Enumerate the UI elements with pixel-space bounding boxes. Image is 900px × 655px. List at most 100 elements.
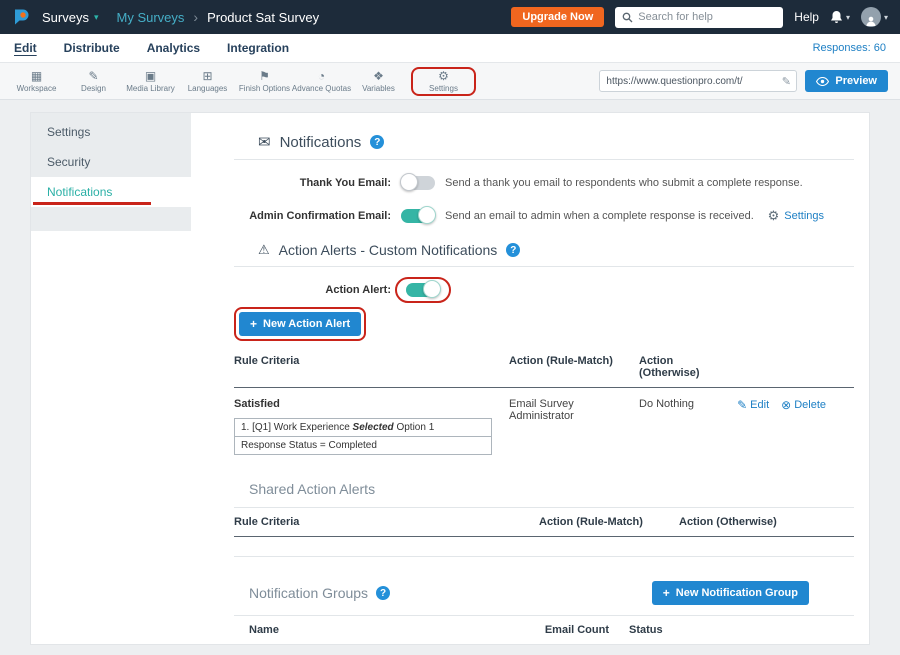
new-notification-group-label: New Notification Group	[676, 587, 798, 599]
notifications-section-header: ✉ Notifications ?	[258, 133, 854, 151]
row-actions: ✎ Edit ⊗ Delete	[734, 396, 854, 455]
toggle-knob	[423, 280, 441, 298]
edit-toolbar: ▦ Workspace ✎ Design ▣ Media Library ⊞ L…	[0, 63, 900, 100]
sidebar-item-settings[interactable]: Settings	[31, 117, 191, 147]
sidebar-block: Settings Security Notifications	[31, 113, 191, 231]
tab-integration[interactable]: Integration	[227, 41, 289, 55]
divider	[234, 266, 854, 267]
new-notification-group-button[interactable]: + New Notification Group	[652, 581, 809, 605]
toolbar-item-advance-quotas[interactable]: ◔ Advance Quotas	[293, 70, 350, 93]
upgrade-now-button[interactable]: Upgrade Now	[511, 7, 604, 27]
action-alert-toggle-row: Action Alert:	[234, 277, 854, 303]
criteria-condition-1: 1. [Q1] Work Experience Selected Option …	[234, 418, 492, 437]
thank-you-email-toggle[interactable]	[401, 176, 435, 190]
breadcrumb-separator-icon: ›	[193, 9, 198, 25]
advance-quotas-icon: ◔	[318, 70, 325, 83]
settings-sidebar: Settings Security Notifications	[31, 113, 191, 644]
plus-icon: +	[663, 586, 670, 600]
surveys-menu-label: Surveys	[42, 10, 89, 25]
shared-action-alerts-title: Shared Action Alerts	[249, 481, 854, 497]
chevron-down-icon: ▾	[846, 13, 850, 22]
notification-groups-table: Name Email Count Status SankTest (Sanket…	[234, 615, 854, 644]
admin-confirmation-description: Send an email to admin when a complete r…	[445, 210, 754, 222]
new-action-alert-label: New Action Alert	[263, 318, 350, 330]
action-alert-toggle[interactable]	[406, 283, 440, 297]
content-area: Settings Security Notifications ✉ Notifi…	[0, 100, 900, 655]
preview-button[interactable]: Preview	[805, 70, 888, 92]
admin-confirmation-toggle[interactable]	[401, 209, 435, 223]
logo-icon	[12, 7, 32, 27]
toolbar-item-workspace[interactable]: ▦ Workspace	[8, 70, 65, 93]
pencil-icon: ✎	[737, 398, 747, 412]
new-action-alert-button[interactable]: + New Action Alert	[239, 312, 361, 336]
col-header-action-rule-match: Action (Rule-Match)	[509, 355, 639, 379]
col-header-status: Status	[609, 624, 739, 636]
account-menu[interactable]: ▾	[861, 7, 888, 27]
variables-icon: ❖	[373, 70, 384, 83]
notification-groups-title: Notification Groups	[249, 585, 368, 601]
edit-label: Edit	[750, 399, 769, 411]
annotation-new-action-alert-highlight: + New Action Alert	[234, 307, 366, 341]
person-icon	[865, 15, 877, 27]
toolbar-item-media-library[interactable]: ▣ Media Library	[122, 70, 179, 93]
media-library-icon: ▣	[145, 70, 156, 83]
otherwise-cell: Do Nothing	[639, 396, 734, 455]
tab-distribute[interactable]: Distribute	[64, 41, 120, 55]
sidebar-item-security[interactable]: Security	[31, 147, 191, 177]
toolbar-item-design[interactable]: ✎ Design	[65, 70, 122, 93]
action-alerts-title: Action Alerts - Custom Notifications	[279, 242, 498, 258]
main-nav: Edit Distribute Analytics Integration Re…	[0, 34, 900, 63]
survey-url-input[interactable]	[600, 76, 776, 87]
col-header-rule-criteria: Rule Criteria	[234, 355, 509, 379]
help-question-icon[interactable]: ?	[370, 135, 384, 149]
notifications-bell-menu[interactable]: ▾	[830, 10, 850, 24]
search-input[interactable]	[638, 11, 776, 23]
breadcrumb-my-surveys[interactable]: My Surveys	[117, 10, 185, 25]
table-row: Satisfied 1. [Q1] Work Experience Select…	[234, 388, 854, 467]
warning-icon: ⚠	[258, 242, 270, 258]
empty-table-row	[234, 537, 854, 557]
search-icon	[622, 12, 633, 23]
rule-match-cell: Email Survey Administrator	[509, 396, 639, 455]
criteria-condition-2: Response Status = Completed	[234, 436, 492, 455]
divider	[234, 159, 854, 160]
annotation-notifications-underline	[33, 202, 151, 205]
help-question-icon[interactable]: ?	[376, 586, 390, 600]
toolbar-item-finish-options[interactable]: ⚑ Finish Options	[236, 70, 293, 93]
annotation-action-alert-highlight	[395, 277, 451, 303]
edit-url-icon[interactable]: ✎	[776, 75, 796, 88]
help-question-icon[interactable]: ?	[506, 243, 520, 257]
surveys-menu[interactable]: Surveys ▾	[42, 10, 99, 25]
delete-alert-link[interactable]: ⊗ Delete	[781, 398, 826, 412]
table-header-row: Rule Criteria Action (Rule-Match) Action…	[234, 347, 854, 388]
plus-icon: +	[250, 317, 257, 331]
action-alerts-table: Rule Criteria Action (Rule-Match) Action…	[234, 347, 854, 467]
toolbar-item-settings[interactable]: ⚙ Settings	[415, 70, 472, 93]
tab-edit[interactable]: Edit	[14, 41, 37, 55]
col-header-email-count: Email Count	[534, 624, 609, 636]
sidebar-item-notifications[interactable]: Notifications	[31, 177, 191, 207]
col-header-action-otherwise: Action (Otherwise)	[639, 355, 734, 379]
toolbar-item-label: Design	[81, 84, 106, 93]
help-search-box[interactable]	[615, 7, 783, 28]
avatar	[861, 7, 881, 27]
toolbar-item-label: Advance Quotas	[292, 84, 351, 93]
admin-email-settings-link[interactable]: ⚙ Settings	[768, 208, 824, 224]
eye-icon	[816, 77, 829, 86]
settings-panel: Settings Security Notifications ✉ Notifi…	[30, 112, 870, 645]
toolbar-item-variables[interactable]: ❖ Variables	[350, 70, 407, 93]
questionpro-logo[interactable]	[12, 7, 32, 27]
responses-count[interactable]: Responses: 60	[813, 42, 886, 54]
gear-icon: ⚙	[438, 70, 449, 83]
help-link[interactable]: Help	[794, 10, 819, 24]
edit-alert-link[interactable]: ✎ Edit	[737, 398, 769, 412]
shared-alerts-table: Rule Criteria Action (Rule-Match) Action…	[234, 507, 854, 557]
admin-confirmation-label: Admin Confirmation Email:	[234, 210, 391, 222]
criteria-text: Option 1	[394, 422, 435, 433]
chevron-down-icon: ▾	[94, 12, 99, 23]
bell-icon	[830, 10, 843, 24]
toolbar-item-languages[interactable]: ⊞ Languages	[179, 70, 236, 93]
survey-url-field[interactable]: ✎	[599, 70, 797, 92]
col-header-action-rule-match: Action (Rule-Match)	[539, 516, 679, 528]
tab-analytics[interactable]: Analytics	[147, 41, 200, 55]
